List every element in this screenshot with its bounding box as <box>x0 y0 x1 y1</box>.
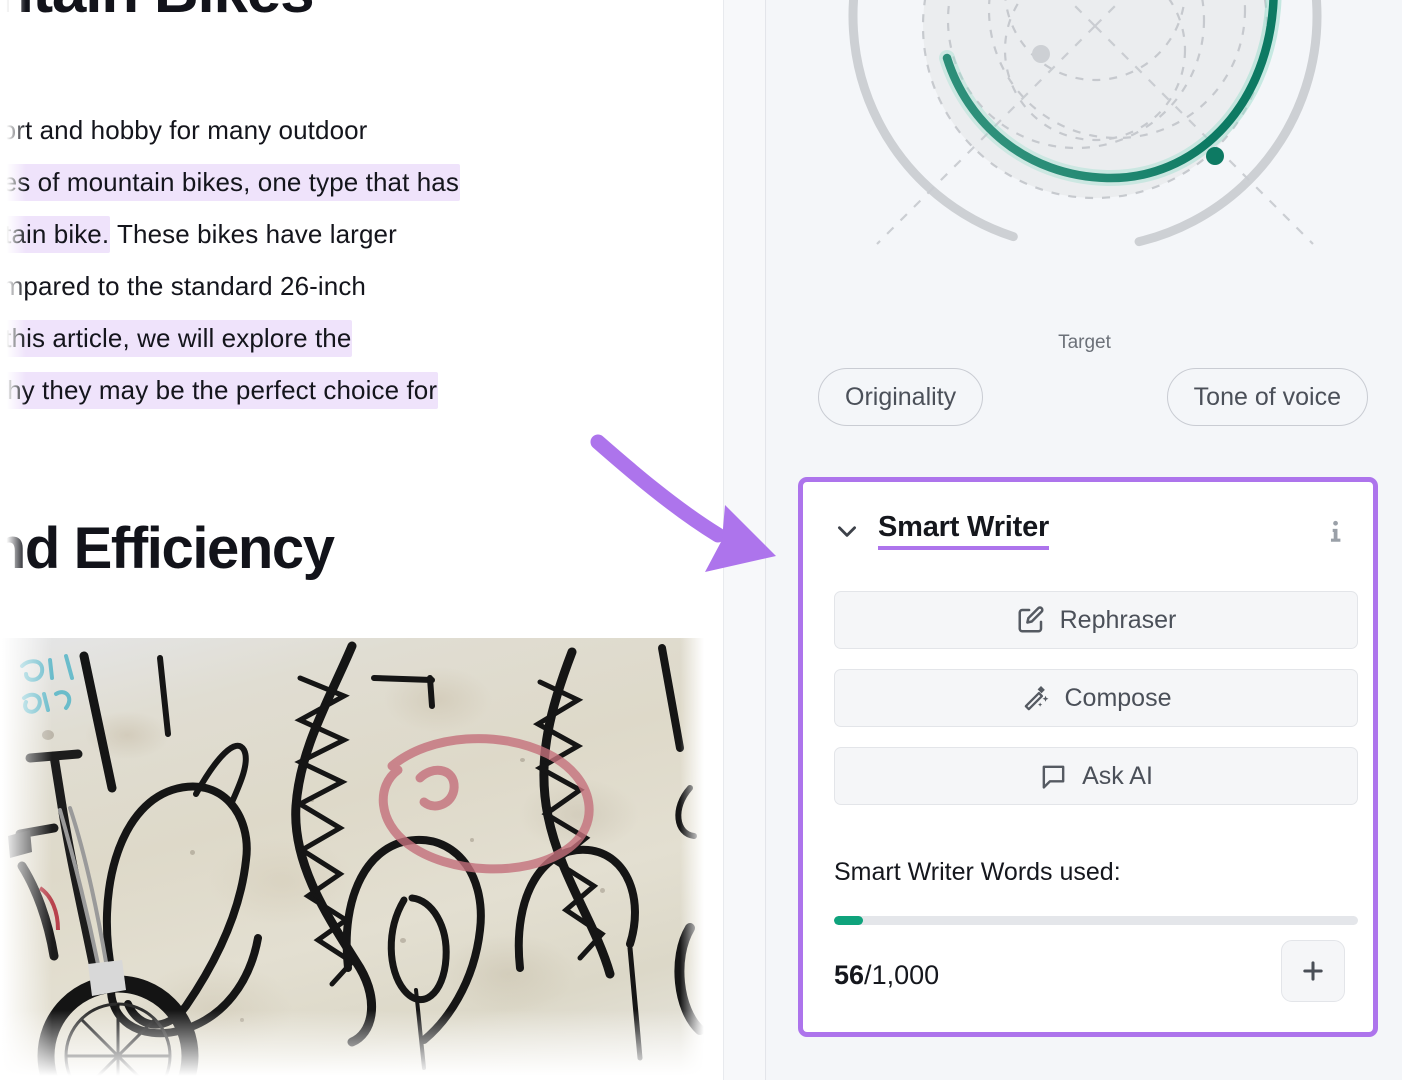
document-body[interactable]: sport and hobby for many outdoor ypes of… <box>0 104 723 416</box>
document-text-highlighted: ypes of mountain bikes, one type that ha… <box>0 164 460 201</box>
smart-writer-header: Smart Writer <box>834 507 1349 555</box>
edit-pencil-icon <box>1018 606 1044 633</box>
compose-label: Compose <box>1064 683 1172 712</box>
pill-originality[interactable]: Originality <box>818 368 984 426</box>
ask-ai-label: Ask AI <box>1082 761 1153 790</box>
plus-icon <box>1303 961 1323 981</box>
metric-pill-row: Originality Tone of voice <box>767 368 1402 426</box>
words-used-value: 56 <box>834 960 865 990</box>
words-limit-value: 1,000 <box>871 960 940 990</box>
document-line: compared to the standard 26-inch <box>0 260 723 312</box>
words-separator: / <box>864 960 872 990</box>
document-heading-1: Mountain Bikes <box>0 0 723 27</box>
document-text-highlighted: untain bike. <box>0 216 111 253</box>
analytics-sidebar: Target Originality Tone of voice Smart W… <box>767 0 1402 1080</box>
rephraser-button[interactable]: Rephraser <box>834 591 1358 649</box>
chat-bubble-icon <box>1042 765 1065 789</box>
words-used-label: Smart Writer Words used: <box>834 858 1121 886</box>
panel-divider <box>723 0 766 1080</box>
document-line: In this article, we will explore the <box>0 312 723 364</box>
words-count: 56/1,000 <box>834 960 939 991</box>
gauge-point-readability <box>1206 147 1224 165</box>
smart-writer-title[interactable]: Smart Writer <box>878 512 1049 550</box>
document-line: ypes of mountain bikes, one type that ha… <box>0 156 723 208</box>
document-line: sport and hobby for many outdoor <box>0 104 723 156</box>
document-text: These bikes have larger <box>110 219 397 249</box>
words-progress-fill <box>834 916 864 925</box>
smart-writer-screen: Mountain Bikes sport and hobby for many … <box>0 0 1402 1080</box>
document-line: untain bike. These bikes have larger <box>0 208 723 260</box>
image-fade-bottom <box>0 1010 706 1080</box>
radar-gauge-svg <box>848 0 1322 253</box>
pill-tone-of-voice[interactable]: Tone of voice <box>1166 368 1368 426</box>
gauge-target-label: Target <box>1058 332 1111 353</box>
rephraser-label: Rephraser <box>1059 605 1177 634</box>
gauge-point-tone-consistency <box>1032 45 1050 63</box>
document-text-highlighted: In this article, we will explore the <box>0 320 353 357</box>
compose-button[interactable]: Compose <box>834 669 1358 727</box>
document-line: l why they may be the perfect choice for <box>0 364 723 416</box>
info-icon[interactable] <box>1323 516 1349 546</box>
document-editor-panel[interactable]: Mountain Bikes sport and hobby for many … <box>0 0 723 1080</box>
document-text: sport and hobby for many outdoor <box>0 115 368 145</box>
radar-gauge-chart[interactable] <box>795 0 1375 364</box>
ask-ai-button[interactable]: Ask AI <box>834 747 1358 805</box>
magic-wand-icon <box>1024 686 1048 711</box>
add-words-button[interactable] <box>1281 940 1345 1002</box>
document-text-highlighted: l why they may be the perfect choice for <box>0 372 439 409</box>
smart-writer-card: Smart Writer Rephraser Compose Ask AI Sm… <box>798 477 1378 1037</box>
document-heading-2: and Efficiency <box>0 516 335 581</box>
chevron-down-icon[interactable] <box>834 518 860 544</box>
document-image <box>0 638 706 1080</box>
words-progress-bar[interactable] <box>834 916 1358 925</box>
document-text: compared to the standard 26-inch <box>0 271 366 301</box>
